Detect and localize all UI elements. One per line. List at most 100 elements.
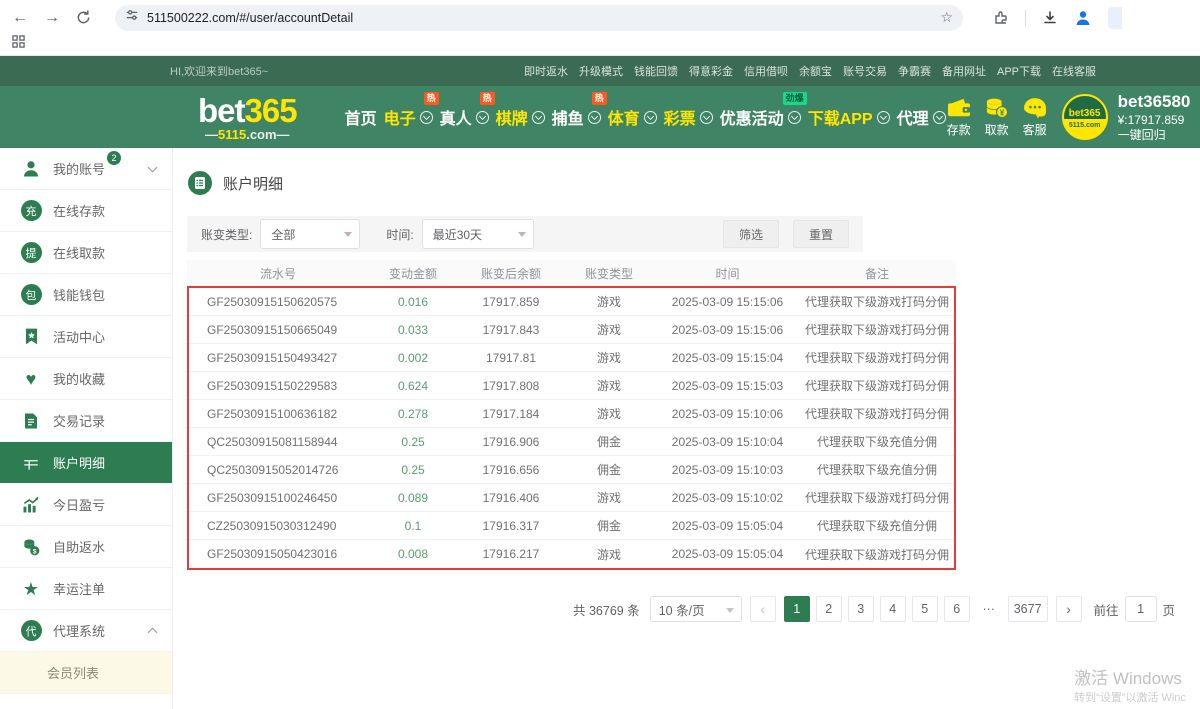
page-button-3677[interactable]: 3677 [1008,596,1048,622]
cell-balance: 17917.859 [459,295,563,309]
heart-icon: ♥ [26,370,37,388]
cell-id: GF25030915150665049 [189,323,367,337]
refresh-icon[interactable] [76,10,91,25]
nav-item-体育[interactable]: 体育 [608,105,657,129]
sidebar-item-我的收藏[interactable]: ♥我的收藏 [0,358,172,400]
page-button-5[interactable]: 5 [912,596,938,622]
deposit-wallet-icon [946,97,972,119]
cell-type: 游戏 [563,405,655,422]
cell-amount: 0.033 [367,323,459,337]
cell-type: 佣金 [563,517,655,534]
browser-toolbar: ← → 511500222.com/#/user/accountDetail ☆ [0,0,1200,33]
sidebar-item-label: 自助返水 [53,537,105,556]
welcome-text: HI,欢迎来到bet365~ [170,63,268,79]
sidebar-item-幸运注单[interactable]: ★幸运注单 [0,568,172,610]
site-topbar: HI,欢迎来到bet365~ 即时返水升级模式钱能回馈得意彩金信用借呗余额宝账号… [0,56,1200,86]
download-icon[interactable] [1042,10,1058,26]
topbar-link[interactable]: 争霸赛 [898,63,931,79]
page-button-2[interactable]: 2 [816,596,842,622]
page-button-3[interactable]: 3 [848,596,874,622]
page-button-1[interactable]: 1 [784,596,810,622]
sidebar-item-代理系统[interactable]: 代代理系统 [0,610,172,652]
table-header-row: 流水号变动金额账变后余额账变类型时间备注 [187,260,956,286]
page-button-6[interactable]: 6 [944,596,970,622]
one-key-recall-button[interactable]: 一键回归 [1118,128,1191,143]
cell-balance: 17916.317 [459,519,563,533]
topbar-link[interactable]: 信用借呗 [744,63,788,79]
type-filter-select[interactable]: 全部 [260,219,360,249]
badge-logo-bottom: 5115.com [1069,122,1101,129]
sidebar-item-我的账号[interactable]: 我的账号2 [0,148,172,190]
brand-logo-domain: —5115.com— [198,128,297,141]
quick-存款[interactable]: 存款 [946,97,972,138]
next-page-button[interactable]: › [1056,596,1082,622]
hot-badge: 热 [424,92,439,105]
time-filter-select[interactable]: 最近30天 [422,219,534,249]
topbar-link[interactable]: APP下载 [997,63,1041,79]
sidebar-item-账户明细[interactable]: 账户明细 [0,442,172,484]
sidebar-item-自助返水[interactable]: $自助返水 [0,526,172,568]
quick-取款[interactable]: ¥取款 [984,97,1010,138]
page-button-4[interactable]: 4 [880,596,906,622]
sidebar-item-交易记录[interactable]: 交易记录 [0,400,172,442]
sidebar-item-钱能钱包[interactable]: 包钱能钱包 [0,274,172,316]
reset-button[interactable]: 重置 [793,220,849,248]
nav-item-棋牌[interactable]: 棋牌 [496,105,545,129]
nav-item-优惠活动[interactable]: 优惠活动劲爆 [720,105,801,129]
site-settings-icon[interactable] [125,8,139,27]
nav-item-彩票[interactable]: 彩票 [664,105,713,129]
back-icon[interactable]: ← [12,10,28,26]
nav-item-捕鱼[interactable]: 捕鱼热 [552,105,601,129]
quick-客服[interactable]: 客服 [1022,97,1048,138]
quick-actions: 存款 ¥取款客服 [946,97,1048,138]
column-header: 账变后余额 [459,265,563,282]
brand-logo[interactable]: bet365 —5115.com— [198,94,297,141]
sidebar-item-在线取款[interactable]: 提在线取款 [0,232,172,274]
forward-icon[interactable]: → [44,10,60,26]
nav-item-首页[interactable]: 首页 [345,105,377,129]
page-size-select[interactable]: 10 条/页 [650,596,742,622]
dropdown-circle-icon [476,111,489,124]
medal-icon [20,326,42,348]
cell-type: 游戏 [563,489,655,506]
topbar-link[interactable]: 在线客服 [1052,63,1096,79]
topbar-link[interactable]: 账号交易 [843,63,887,79]
nav-item-label: 真人 [440,105,472,129]
sidebar-item-活动中心[interactable]: 活动中心 [0,316,172,358]
sidebar-item-今日盈亏[interactable]: 今日盈亏 [0,484,172,526]
address-bar[interactable]: 511500222.com/#/user/accountDetail ☆ [115,5,963,31]
nav-item-下载APP[interactable]: 下载APP [808,105,890,129]
topbar-link[interactable]: 钱能回馈 [634,63,678,79]
time-filter-value: 最近30天 [433,226,482,243]
topbar-link[interactable]: 升级模式 [579,63,623,79]
circular-brand-badge[interactable]: bet365 5115.com [1062,94,1108,140]
side-panel-icon[interactable] [1108,7,1122,29]
topbar-link[interactable]: 即时返水 [524,63,568,79]
content-area: 我的账号2充在线存款提在线取款包钱能钱包活动中心♥我的收藏交易记录账户明细今日盈… [0,148,1200,709]
sidebar-item-在线存款[interactable]: 充在线存款 [0,190,172,232]
sidebar-item-label: 会员列表 [47,663,99,682]
bookmark-star-icon[interactable]: ☆ [940,9,953,26]
topbar-link[interactable]: 备用网址 [942,63,986,79]
profile-avatar-icon[interactable] [1074,9,1092,27]
goto-page-input[interactable] [1125,596,1157,622]
badge-logo-top: bet365 [1069,108,1101,119]
url-text[interactable]: 511500222.com/#/user/accountDetail [147,11,932,25]
agent-icon: 代 [20,620,42,642]
nav-item-label: 棋牌 [496,105,528,129]
prev-page-button[interactable]: ‹ [750,596,776,622]
nav-item-电子[interactable]: 电子热 [384,105,433,129]
topbar-link[interactable]: 得意彩金 [689,63,733,79]
nav-item-label: 优惠活动 [720,105,784,129]
apps-grid-icon[interactable] [12,35,25,53]
topbar-link[interactable]: 余额宝 [799,63,832,79]
filter-button[interactable]: 筛选 [723,220,779,248]
hot-badge: 热 [480,92,495,105]
service-headset-icon [1022,97,1048,119]
nav-item-代理[interactable]: 代理 [897,105,946,129]
extensions-icon[interactable] [993,10,1009,26]
dropdown-circle-icon [588,111,601,124]
sidebar-item-会员列表[interactable]: 会员列表 [0,652,172,694]
chevron-down-icon [726,608,734,613]
nav-item-真人[interactable]: 真人热 [440,105,489,129]
